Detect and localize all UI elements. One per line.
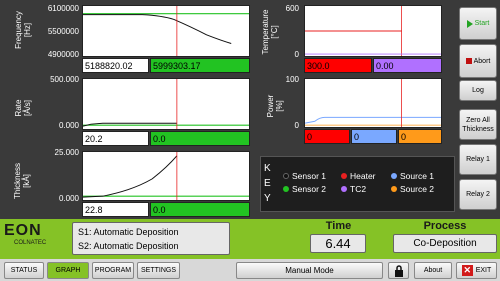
lock-icon (394, 264, 403, 277)
frequency-tick-max: 6100000 (47, 4, 79, 13)
key-letters: K E Y (264, 161, 271, 206)
legend-tc2: TC2 (341, 184, 366, 194)
legend-heater: Heater (341, 171, 376, 181)
power-axis-label: Power [%] (266, 94, 284, 118)
s2-status: S2: Automatic Deposition (78, 241, 179, 251)
tab-graph[interactable]: GRAPH (47, 262, 89, 279)
legend-source1: Source 1 (391, 171, 434, 181)
sensor1-dot-icon (283, 173, 289, 179)
temperature-tick-min: 0 (294, 50, 299, 59)
source2-dot-icon (391, 186, 397, 192)
rate-sensor2-value: 0.0 (150, 131, 250, 146)
start-play-icon (466, 19, 473, 28)
time-label: Time (325, 220, 352, 232)
frequency-sensor1-value: 5188820.02 (82, 58, 149, 73)
thickness-tick-min: 0.000 (58, 194, 79, 203)
temperature-plot (304, 5, 442, 57)
rate-axis-label: Rate [Å/s] (14, 99, 32, 117)
power-tick-max: 100 (285, 75, 299, 84)
rate-plot (82, 78, 250, 130)
legend-sensor1: Sensor 1 (283, 171, 326, 181)
temperature-tick-max: 600 (285, 4, 299, 13)
frequency-plot (82, 5, 250, 57)
legend-sensor2: Sensor 2 (283, 184, 326, 194)
s1-status: S1: Automatic Deposition (78, 227, 179, 237)
power-tick-min: 0 (294, 121, 299, 130)
start-button[interactable]: Start (459, 7, 497, 40)
process-value: Co-Deposition (393, 234, 497, 253)
abort-stop-icon (465, 58, 472, 64)
key-letter-k: K (264, 163, 271, 174)
abort-button[interactable]: Abort (459, 44, 497, 78)
manual-mode-button[interactable]: Manual Mode (236, 262, 383, 279)
thickness-sensor1-value: 22.8 (82, 202, 149, 217)
tab-status[interactable]: STATUS (4, 262, 44, 279)
key-letter-e: E (264, 178, 271, 189)
key-letter-y: Y (264, 193, 271, 204)
lock-button[interactable] (388, 262, 409, 279)
tc2-dot-icon (341, 186, 347, 192)
thickness-axis-label: Thickness [kÅ] (13, 163, 31, 200)
source-status-box: S1: Automatic Deposition S2: Automatic D… (72, 222, 230, 255)
legend-source2: Source 2 (391, 184, 434, 194)
frequency-sensor2-value: 5999303.17 (150, 58, 250, 73)
power-source2-value: 0 (398, 129, 442, 144)
process-label: Process (423, 220, 467, 232)
brand-colnatec: COLNATEC (14, 240, 47, 246)
power-plot (304, 78, 442, 128)
frequency-tick-mid: 5500000 (47, 27, 79, 36)
exit-x-icon: ✕ (461, 265, 473, 276)
relay2-button[interactable]: Relay 2 (459, 179, 497, 210)
frequency-tick-min: 4900000 (47, 50, 79, 59)
thickness-plot (82, 151, 250, 201)
thickness-sensor2-value: 0.0 (150, 202, 250, 217)
frequency-axis-label: Frequency [Hz] (14, 11, 32, 49)
sensor2-dot-icon (283, 186, 289, 192)
tab-settings[interactable]: SETTINGS (137, 262, 180, 279)
exit-button[interactable]: ✕ EXIT (456, 262, 497, 279)
eon-logo: EON COLNATEC (4, 222, 68, 256)
rate-sensor1-value: 20.2 (82, 131, 149, 146)
power-heater-value: 0 (304, 129, 350, 144)
source1-dot-icon (391, 173, 397, 179)
thickness-tick-max: 25.000 (54, 148, 79, 157)
log-button[interactable]: Log (459, 80, 497, 101)
brand-eon: EON (4, 222, 42, 239)
zero-all-thickness-button[interactable]: Zero All Thickness (459, 109, 497, 140)
power-source1-value: 0 (351, 129, 397, 144)
relay1-button[interactable]: Relay 1 (459, 144, 497, 175)
time-value: 6.44 (310, 234, 366, 253)
tab-program[interactable]: PROGRAM (92, 262, 134, 279)
temperature-tc2-value: 0.00 (373, 58, 442, 73)
about-button[interactable]: About (414, 262, 452, 279)
rate-tick-min: 0.000 (58, 121, 79, 130)
heater-dot-icon (341, 173, 347, 179)
temperature-heater-value: 300.0 (304, 58, 372, 73)
rate-tick-max: 500.000 (50, 75, 79, 84)
legend-key: K E Y Sensor 1 Heater Source 1 Sensor 2 … (260, 156, 455, 212)
